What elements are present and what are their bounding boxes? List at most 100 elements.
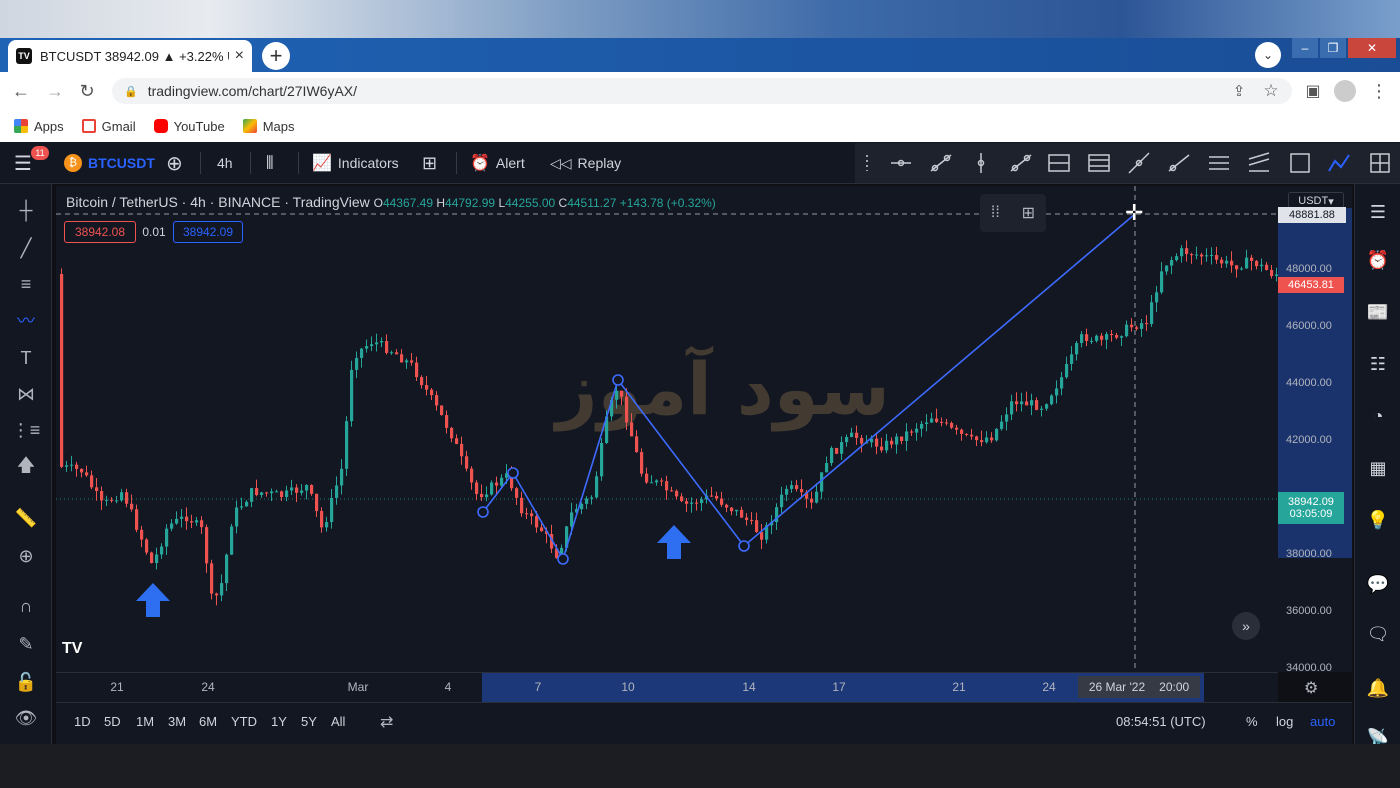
eye-icon[interactable]: 👁 <box>12 704 40 732</box>
minimize-button[interactable]: – <box>1292 38 1318 58</box>
calendar-icon[interactable]: ▦ <box>1364 454 1392 482</box>
object-tree-icon[interactable]: ⊞ <box>1022 203 1035 223</box>
range-button-3m[interactable]: 3M <box>168 714 186 729</box>
close-window-button[interactable]: ✕ <box>1348 38 1396 58</box>
range-button-5d[interactable]: 5D <box>104 714 121 729</box>
messages-icon[interactable]: 🗨 <box>1364 620 1392 648</box>
candle-body <box>1205 255 1209 257</box>
bookmark-youtube[interactable]: YouTube <box>153 119 225 134</box>
candle-body <box>115 500 119 502</box>
bookmark-gmail[interactable]: Gmail <box>81 119 136 134</box>
tab-search-button[interactable]: ⌄ <box>1255 42 1281 68</box>
interval-button[interactable]: 4h <box>217 142 233 184</box>
alerts-clock-icon[interactable]: ⏰ <box>1364 246 1392 274</box>
range-button-all[interactable]: All <box>331 714 345 729</box>
arrow-up-icon[interactable]: 🡅 <box>12 454 40 482</box>
candle-body <box>405 360 409 363</box>
templates-grid-icon[interactable]: ⊞ <box>422 142 437 184</box>
range-button-5y[interactable]: 5Y <box>301 714 317 729</box>
auto-scale-button[interactable]: auto <box>1310 714 1335 729</box>
xabcd-pattern-icon[interactable]: ⋈ <box>12 380 40 408</box>
browser-tab[interactable]: TV BTCUSDT 38942.09 ▲ +3.22% Un × <box>8 40 252 72</box>
utc-clock[interactable]: 08:54:51 (UTC) <box>1116 714 1206 729</box>
pattern-anchor-point <box>557 553 569 565</box>
range-button-6m[interactable]: 6M <box>199 714 217 729</box>
trend-line-icon[interactable]: ╱ <box>12 234 40 262</box>
pattern-tool-icon[interactable]: 〰 <box>12 306 40 334</box>
symbol-search-button[interactable]: ₿ BTCUSDT <box>64 142 155 184</box>
bookmark-maps[interactable]: Maps <box>242 119 294 134</box>
fib-retracement-icon[interactable]: ≡ <box>12 270 40 298</box>
indicators-button[interactable]: 📈 Indicators <box>312 142 399 184</box>
candle-body <box>890 440 894 445</box>
candle-body <box>725 504 729 508</box>
hotlist-icon[interactable]: ◔ <box>1364 402 1392 430</box>
candle-body <box>445 415 449 428</box>
range-button-ytd[interactable]: YTD <box>231 714 257 729</box>
text-tool-icon[interactable]: T <box>12 344 40 372</box>
candle-body <box>850 432 854 437</box>
floating-object-toolbar[interactable]: ⁞⁞ ⊞ <box>980 194 1046 232</box>
lock-icon[interactable]: 🔓 <box>12 668 40 696</box>
help-icon[interactable]: 🔔 <box>1364 674 1392 702</box>
bookmark-star-icon[interactable]: ☆ <box>1260 80 1282 102</box>
candle-body <box>1005 414 1009 422</box>
data-window-icon[interactable]: ☷ <box>1364 350 1392 378</box>
scroll-to-realtime-button[interactable]: » <box>1232 612 1260 640</box>
chart-settings-gear-icon[interactable]: ⚙ <box>1304 678 1318 698</box>
goto-date-icon[interactable]: ⇄ <box>380 712 393 732</box>
share-icon[interactable]: ⇪ <box>1228 80 1250 102</box>
candle-body <box>105 499 109 501</box>
lock-drawings-icon[interactable]: ✎ <box>12 630 40 658</box>
main-menu-button[interactable]: ☰ <box>14 142 32 184</box>
alert-button[interactable]: ⏰ Alert <box>470 142 525 184</box>
zoom-in-icon[interactable]: ⊕ <box>12 542 40 570</box>
back-icon[interactable]: ← <box>10 80 32 102</box>
candle-body <box>1010 401 1014 415</box>
ideas-bulb-icon[interactable]: 💡 <box>1364 506 1392 534</box>
chat-icon[interactable]: 💬 <box>1364 570 1392 598</box>
magnet-icon[interactable]: ∩ <box>12 592 40 620</box>
candle-body <box>1130 324 1134 328</box>
close-tab-icon[interactable]: × <box>235 47 244 65</box>
watchlist-icon[interactable]: ☰ <box>1364 198 1392 226</box>
new-tab-button[interactable]: + <box>262 42 290 70</box>
sell-price-button[interactable]: 38942.08 <box>64 221 136 243</box>
reload-icon[interactable]: ↻ <box>76 80 98 102</box>
side-panel-icon[interactable]: ▣ <box>1302 80 1324 102</box>
candle-body <box>1265 264 1269 270</box>
candle-body <box>855 432 859 438</box>
range-button-1y[interactable]: 1Y <box>271 714 287 729</box>
chart-type-candles-icon[interactable]: ⫴ <box>266 142 274 184</box>
ruler-icon[interactable]: 📏 <box>12 504 40 532</box>
forward-icon[interactable]: → <box>44 80 66 102</box>
bookmark-apps[interactable]: Apps <box>14 119 64 134</box>
forecast-tool-icon[interactable]: ⋮≡ <box>12 416 41 444</box>
profile-avatar[interactable] <box>1334 80 1356 102</box>
compare-symbol-icon[interactable]: ⊕ <box>166 142 183 184</box>
drawing-tool-icons <box>866 152 1390 174</box>
candle-body <box>270 491 274 494</box>
range-button-1d[interactable]: 1D <box>74 714 91 729</box>
candle-body <box>1155 292 1159 303</box>
chart-pane[interactable]: سود آموز ✛ <box>56 186 1279 672</box>
candle-body <box>675 490 679 497</box>
drag-handle-icon[interactable]: ⁞⁞ <box>991 204 1000 222</box>
buy-price-button[interactable]: 38942.09 <box>173 221 243 243</box>
news-icon[interactable]: 📰 <box>1364 298 1392 326</box>
crosshair-icon[interactable]: ┼ <box>12 196 40 224</box>
candle-body <box>315 493 319 512</box>
percent-scale-button[interactable]: % <box>1246 714 1258 729</box>
candle-body <box>625 396 629 423</box>
candle-body <box>980 440 984 443</box>
log-scale-button[interactable]: log <box>1276 714 1293 729</box>
range-button-1m[interactable]: 1M <box>136 714 154 729</box>
candlestick-chart[interactable]: سود آموز ✛ <box>56 186 1279 672</box>
replay-button[interactable]: ◁◁ Replay <box>550 142 621 184</box>
maximize-button[interactable]: ❐ <box>1320 38 1346 58</box>
bitcoin-icon: ₿ <box>64 154 82 172</box>
candle-body <box>435 395 439 406</box>
url-field[interactable]: 🔒 tradingview.com/chart/27IW6yAX/ <box>112 78 1292 104</box>
candle-body <box>360 348 364 358</box>
browser-menu-icon[interactable]: ⋮ <box>1368 80 1390 102</box>
